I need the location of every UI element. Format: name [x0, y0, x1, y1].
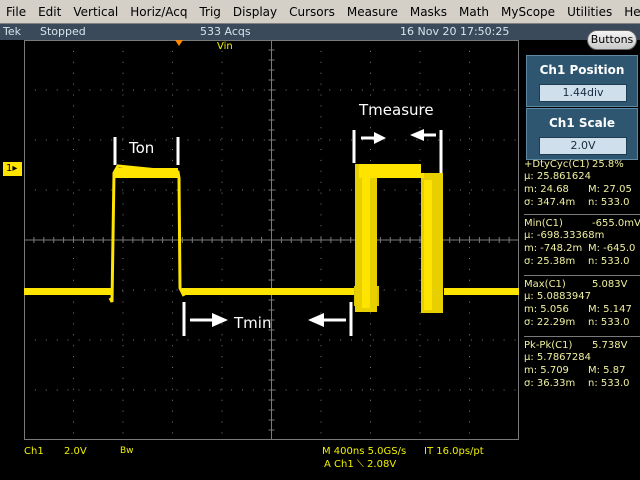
date-time: 16 Nov 20 17:50:25 — [400, 25, 510, 38]
menu-myscope[interactable]: MyScope — [495, 0, 561, 24]
meas-count: n: 533.0 — [588, 378, 630, 389]
annotation-ton: Ton — [113, 137, 180, 165]
status-bar: Tek Stopped 533 Acqs 16 Nov 20 17:50:25 — [0, 24, 640, 40]
measurement-min[interactable]: Min(C1) -655.0mV μ: -698.33368m m: -748.… — [524, 218, 640, 276]
meas-count: n: 533.0 — [588, 197, 630, 208]
meas-value: 5.738V — [592, 340, 628, 351]
tmeasure-label: Tmeasure — [358, 101, 434, 119]
meas-mean: μ: 25.861624 — [524, 171, 591, 182]
meas-name: Pk-Pk(C1) — [524, 340, 573, 351]
meas-min: m: -748.2m — [524, 243, 583, 254]
annotation-tmeasure: Tmeasure — [352, 101, 443, 173]
buttons-button[interactable]: Buttons — [587, 30, 637, 50]
ch1-position-control[interactable]: Ch1 Position 1.44div — [526, 55, 638, 107]
menu-cursors[interactable]: Cursors — [283, 0, 341, 24]
tmin-label: Tmin — [233, 314, 271, 332]
waveform-display[interactable]: Vin Ton Tmeasure Tmin — [24, 40, 519, 440]
meas-max: M: -645.0 — [588, 243, 636, 254]
meas-max: M: 5.147 — [588, 304, 632, 315]
meas-value: 5.083V — [592, 279, 628, 290]
meas-sigma: σ: 36.33m — [524, 378, 576, 389]
meas-mean: μ: 5.7867284 — [524, 352, 591, 363]
menu-vertical[interactable]: Vertical — [67, 0, 124, 24]
run-state: Stopped — [40, 25, 86, 38]
meas-min: m: 5.709 — [524, 365, 569, 376]
meas-mean: μ: -698.33368m — [524, 230, 605, 241]
meas-max: M: 5.87 — [588, 365, 626, 376]
annotation-tmin: Tmin — [182, 302, 353, 336]
menu-measure[interactable]: Measure — [341, 0, 404, 24]
menu-math[interactable]: Math — [453, 0, 495, 24]
trigger-position-marker — [175, 40, 183, 46]
ch1-scale-control[interactable]: Ch1 Scale 2.0V — [526, 108, 638, 160]
meas-value: 25.8% — [592, 159, 624, 170]
meas-name: Min(C1) — [524, 218, 563, 229]
channel-volts[interactable]: 2.0V — [64, 446, 87, 457]
channel-label[interactable]: Ch1 — [24, 446, 44, 457]
menu-horiz-acq[interactable]: Horiz/Acq — [124, 0, 193, 24]
meas-min: m: 5.056 — [524, 304, 569, 315]
ch1-scale-value[interactable]: 2.0V — [539, 137, 627, 155]
meas-sigma: σ: 25.38m — [524, 256, 576, 267]
menu-edit[interactable]: Edit — [32, 0, 67, 24]
divider — [524, 336, 640, 337]
meas-sigma: σ: 347.4m — [524, 197, 576, 208]
menu-utilities[interactable]: Utilities — [561, 0, 618, 24]
ch1-scale-title: Ch1 Scale — [549, 116, 615, 130]
bandwidth-label: Bw — [120, 446, 134, 456]
ch1-ground-marker[interactable]: 1▸ — [3, 162, 22, 176]
menu-masks[interactable]: Masks — [404, 0, 453, 24]
brand-label: Tek — [3, 25, 21, 38]
divider — [524, 275, 640, 276]
meas-min: m: 24.68 — [524, 184, 569, 195]
meas-count: n: 533.0 — [588, 317, 630, 328]
ton-label: Ton — [128, 139, 154, 157]
measurement-duty-cycle[interactable]: +DtyCyc(C1) 25.8% μ: 25.861624 m: 24.68 … — [524, 159, 640, 217]
measurement-pk-pk[interactable]: Pk-Pk(C1) 5.738V μ: 5.7867284 m: 5.709 M… — [524, 340, 640, 398]
measurement-max[interactable]: Max(C1) 5.083V μ: 5.0883947 m: 5.056 M: … — [524, 279, 640, 337]
meas-mean: μ: 5.0883947 — [524, 291, 591, 302]
acq-count: 533 Acqs — [200, 25, 251, 38]
menu-trig[interactable]: Trig — [193, 0, 226, 24]
marker-arrow-icon: ▸ — [12, 163, 18, 174]
ch1-position-title: Ch1 Position — [539, 63, 625, 77]
trigger-readout[interactable]: A Ch1 ⟍ 2.08V — [324, 459, 396, 470]
meas-count: n: 533.0 — [588, 256, 630, 267]
menu-help[interactable]: Help — [618, 0, 640, 24]
graticule-svg: Vin Ton Tmeasure Tmin — [24, 40, 519, 440]
graticule-grid — [24, 40, 519, 440]
meas-value: -655.0mV — [592, 218, 640, 229]
menu-bar: File Edit Vertical Horiz/Acq Trig Displa… — [0, 0, 640, 24]
bottom-readout: Ch1 2.0V Bw M 400ns 5.0GS/s IT 16.0ps/pt… — [0, 440, 640, 480]
menu-display[interactable]: Display — [227, 0, 283, 24]
divider — [524, 214, 640, 215]
vin-label: Vin — [217, 41, 233, 52]
sample-rate-readout: IT 16.0ps/pt — [424, 446, 484, 457]
meas-max: M: 27.05 — [588, 184, 632, 195]
timebase-readout[interactable]: M 400ns 5.0GS/s — [322, 446, 406, 457]
meas-name: Max(C1) — [524, 279, 566, 290]
meas-name: +DtyCyc(C1) — [524, 159, 590, 170]
meas-sigma: σ: 22.29m — [524, 317, 576, 328]
ch1-position-value[interactable]: 1.44div — [539, 84, 627, 102]
menu-file[interactable]: File — [0, 0, 32, 24]
